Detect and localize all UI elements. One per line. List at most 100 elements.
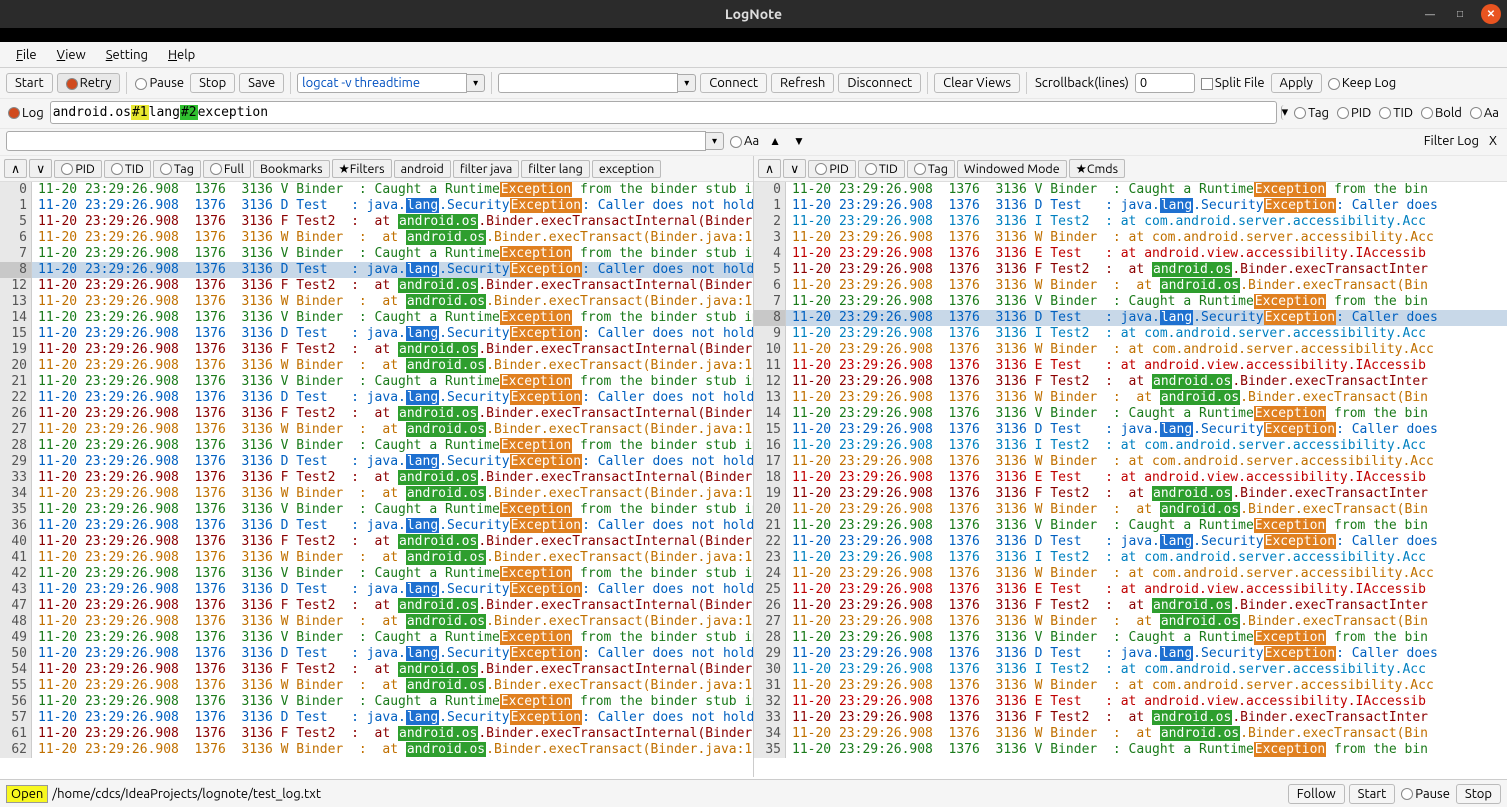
log-row[interactable]: 1111-20 23:29:26.908 1376 3136 E Test : … <box>754 358 1507 374</box>
log-row[interactable]: 2411-20 23:29:26.908 1376 3136 W Binder … <box>754 566 1507 582</box>
clear-views-button[interactable]: Clear Views <box>934 73 1020 93</box>
chevron-down-icon[interactable]: ▾ <box>467 74 485 92</box>
log-row[interactable]: 411-20 23:29:26.908 1376 3136 E Test : a… <box>754 246 1507 262</box>
log-row[interactable]: 4011-20 23:29:26.908 1376 3136 F Test2 :… <box>0 534 753 550</box>
log-row[interactable]: 3111-20 23:29:26.908 1376 3136 W Binder … <box>754 678 1507 694</box>
log-row[interactable]: 2611-20 23:29:26.908 1376 3136 F Test2 :… <box>0 406 753 422</box>
log-row[interactable]: 2311-20 23:29:26.908 1376 3136 I Test2 :… <box>754 550 1507 566</box>
log-row[interactable]: 2011-20 23:29:26.908 1376 3136 W Binder … <box>754 502 1507 518</box>
filter-exception-tag[interactable]: exception <box>592 160 661 178</box>
chevron-down-icon[interactable]: ▾ <box>678 74 696 92</box>
menu-view[interactable]: View <box>47 46 96 64</box>
connect-button[interactable]: Connect <box>700 73 767 93</box>
log-row[interactable]: 4111-20 23:29:26.908 1376 3136 W Binder … <box>0 550 753 566</box>
log-row[interactable]: 2111-20 23:29:26.908 1376 3136 V Binder … <box>0 374 753 390</box>
log-row[interactable]: 611-20 23:29:26.908 1376 3136 W Binder :… <box>754 278 1507 294</box>
log-row[interactable]: 3411-20 23:29:26.908 1376 3136 W Binder … <box>0 486 753 502</box>
device-combo[interactable]: ▾ <box>498 73 696 93</box>
windowed-mode-button[interactable]: Windowed Mode <box>957 160 1067 178</box>
filter-lang-tag[interactable]: filter lang <box>521 160 590 178</box>
log-row[interactable]: 1511-20 23:29:26.908 1376 3136 D Test : … <box>0 326 753 342</box>
nav-down-button[interactable]: ∨ <box>783 159 806 178</box>
log-row[interactable]: 1911-20 23:29:26.908 1376 3136 F Test2 :… <box>0 342 753 358</box>
log-row[interactable]: 2811-20 23:29:26.908 1376 3136 V Binder … <box>754 630 1507 646</box>
log-row[interactable]: 3511-20 23:29:26.908 1376 3136 V Binder … <box>754 742 1507 758</box>
log-row[interactable]: 3211-20 23:29:26.908 1376 3136 E Test : … <box>754 694 1507 710</box>
log-row[interactable]: 2011-20 23:29:26.908 1376 3136 W Binder … <box>0 358 753 374</box>
log-row[interactable]: 2211-20 23:29:26.908 1376 3136 D Test : … <box>754 534 1507 550</box>
log-row[interactable]: 4211-20 23:29:26.908 1376 3136 V Binder … <box>0 566 753 582</box>
device-input[interactable] <box>498 73 678 93</box>
log-row[interactable]: 4911-20 23:29:26.908 1376 3136 V Binder … <box>0 630 753 646</box>
log-row[interactable]: 911-20 23:29:26.908 1376 3136 I Test2 : … <box>754 326 1507 342</box>
log-command-input[interactable] <box>297 73 467 93</box>
log-command-combo[interactable]: ▾ <box>297 73 485 93</box>
menu-setting[interactable]: Setting <box>96 46 158 64</box>
log-row[interactable]: 3011-20 23:29:26.908 1376 3136 I Test2 :… <box>754 662 1507 678</box>
minimize-icon[interactable]: — <box>1421 5 1439 23</box>
search-down-icon[interactable]: ▼ <box>789 134 809 148</box>
log-row[interactable]: 511-20 23:29:26.908 1376 3136 F Test2 : … <box>0 214 753 230</box>
log-row[interactable]: 3511-20 23:29:26.908 1376 3136 V Binder … <box>0 502 753 518</box>
log-row[interactable]: 4711-20 23:29:26.908 1376 3136 F Test2 :… <box>0 598 753 614</box>
apply-button[interactable]: Apply <box>1271 73 1322 93</box>
log-row[interactable]: 1511-20 23:29:26.908 1376 3136 D Test : … <box>754 422 1507 438</box>
chevron-down-icon[interactable]: ▾ <box>1281 105 1289 120</box>
log-row[interactable]: 1311-20 23:29:26.908 1376 3136 W Binder … <box>0 294 753 310</box>
log-row[interactable]: 5411-20 23:29:26.908 1376 3136 F Test2 :… <box>0 662 753 678</box>
log-row[interactable]: 2211-20 23:29:26.908 1376 3136 D Test : … <box>0 390 753 406</box>
log-row[interactable]: 811-20 23:29:26.908 1376 3136 D Test : j… <box>0 262 753 278</box>
log-row[interactable]: 4811-20 23:29:26.908 1376 3136 W Binder … <box>0 614 753 630</box>
stop-button-bottom[interactable]: Stop <box>1456 784 1501 804</box>
log-row[interactable]: 5511-20 23:29:26.908 1376 3136 W Binder … <box>0 678 753 694</box>
log-row[interactable]: 3611-20 23:29:26.908 1376 3136 D Test : … <box>0 518 753 534</box>
log-row[interactable]: 211-20 23:29:26.908 1376 3136 I Test2 : … <box>754 214 1507 230</box>
log-row[interactable]: 711-20 23:29:26.908 1376 3136 V Binder :… <box>754 294 1507 310</box>
search-combo[interactable]: ▾ <box>6 131 724 151</box>
log-row[interactable]: 6211-20 23:29:26.908 1376 3136 W Binder … <box>0 742 753 758</box>
close-icon[interactable]: ✕ <box>1481 4 1501 24</box>
log-row[interactable]: 5611-20 23:29:26.908 1376 3136 V Binder … <box>0 694 753 710</box>
nav-up-button[interactable]: ∧ <box>4 159 27 178</box>
log-row[interactable]: 811-20 23:29:26.908 1376 3136 D Test : j… <box>754 310 1507 326</box>
log-row[interactable]: 3311-20 23:29:26.908 1376 3136 F Test2 :… <box>754 710 1507 726</box>
bookmarks-button[interactable]: Bookmarks <box>253 160 330 178</box>
save-button[interactable]: Save <box>239 73 284 93</box>
log-row[interactable]: 2711-20 23:29:26.908 1376 3136 W Binder … <box>754 614 1507 630</box>
filters-button[interactable]: ★Filters <box>332 159 392 178</box>
log-row[interactable]: 1711-20 23:29:26.908 1376 3136 W Binder … <box>754 454 1507 470</box>
log-row[interactable]: 2911-20 23:29:26.908 1376 3136 D Test : … <box>754 646 1507 662</box>
filter-java-tag[interactable]: filter java <box>453 160 519 178</box>
menu-file[interactable]: File <box>6 46 47 64</box>
log-row[interactable]: 1411-20 23:29:26.908 1376 3136 V Binder … <box>0 310 753 326</box>
log-row[interactable]: 3411-20 23:29:26.908 1376 3136 W Binder … <box>754 726 1507 742</box>
stop-button[interactable]: Stop <box>190 73 235 93</box>
log-row[interactable]: 1211-20 23:29:26.908 1376 3136 F Test2 :… <box>754 374 1507 390</box>
log-row[interactable]: 1811-20 23:29:26.908 1376 3136 E Test : … <box>754 470 1507 486</box>
search-input[interactable] <box>6 131 706 151</box>
log-row[interactable]: 2611-20 23:29:26.908 1376 3136 F Test2 :… <box>754 598 1507 614</box>
refresh-button[interactable]: Refresh <box>771 73 834 93</box>
log-row[interactable]: 1311-20 23:29:26.908 1376 3136 W Binder … <box>754 390 1507 406</box>
filter-android-tag[interactable]: android <box>394 160 451 178</box>
log-row[interactable]: 311-20 23:29:26.908 1376 3136 W Binder :… <box>754 230 1507 246</box>
chevron-down-icon[interactable]: ▾ <box>706 132 724 150</box>
disconnect-button[interactable]: Disconnect <box>838 73 921 93</box>
log-row[interactable]: 4311-20 23:29:26.908 1376 3136 D Test : … <box>0 582 753 598</box>
right-log-list[interactable]: 011-20 23:29:26.908 1376 3136 V Binder :… <box>754 182 1507 777</box>
log-row[interactable]: 2511-20 23:29:26.908 1376 3136 E Test : … <box>754 582 1507 598</box>
log-row[interactable]: 1611-20 23:29:26.908 1376 3136 I Test2 :… <box>754 438 1507 454</box>
menu-help[interactable]: Help <box>158 46 205 64</box>
log-row[interactable]: 511-20 23:29:26.908 1376 3136 F Test2 : … <box>754 262 1507 278</box>
log-row[interactable]: 011-20 23:29:26.908 1376 3136 V Binder :… <box>754 182 1507 198</box>
start-button[interactable]: Start <box>6 73 53 93</box>
nav-up-button[interactable]: ∧ <box>758 159 781 178</box>
log-row[interactable]: 1011-20 23:29:26.908 1376 3136 W Binder … <box>754 342 1507 358</box>
log-row[interactable]: 2911-20 23:29:26.908 1376 3136 D Test : … <box>0 454 753 470</box>
log-row[interactable]: 2111-20 23:29:26.908 1376 3136 V Binder … <box>754 518 1507 534</box>
log-row[interactable]: 2711-20 23:29:26.908 1376 3136 W Binder … <box>0 422 753 438</box>
follow-button[interactable]: Follow <box>1288 784 1345 804</box>
log-row[interactable]: 111-20 23:29:26.908 1376 3136 D Test : j… <box>754 198 1507 214</box>
log-filter-input[interactable]: android.os#1lang#2exception <box>50 101 1277 124</box>
log-row[interactable]: 1911-20 23:29:26.908 1376 3136 F Test2 :… <box>754 486 1507 502</box>
